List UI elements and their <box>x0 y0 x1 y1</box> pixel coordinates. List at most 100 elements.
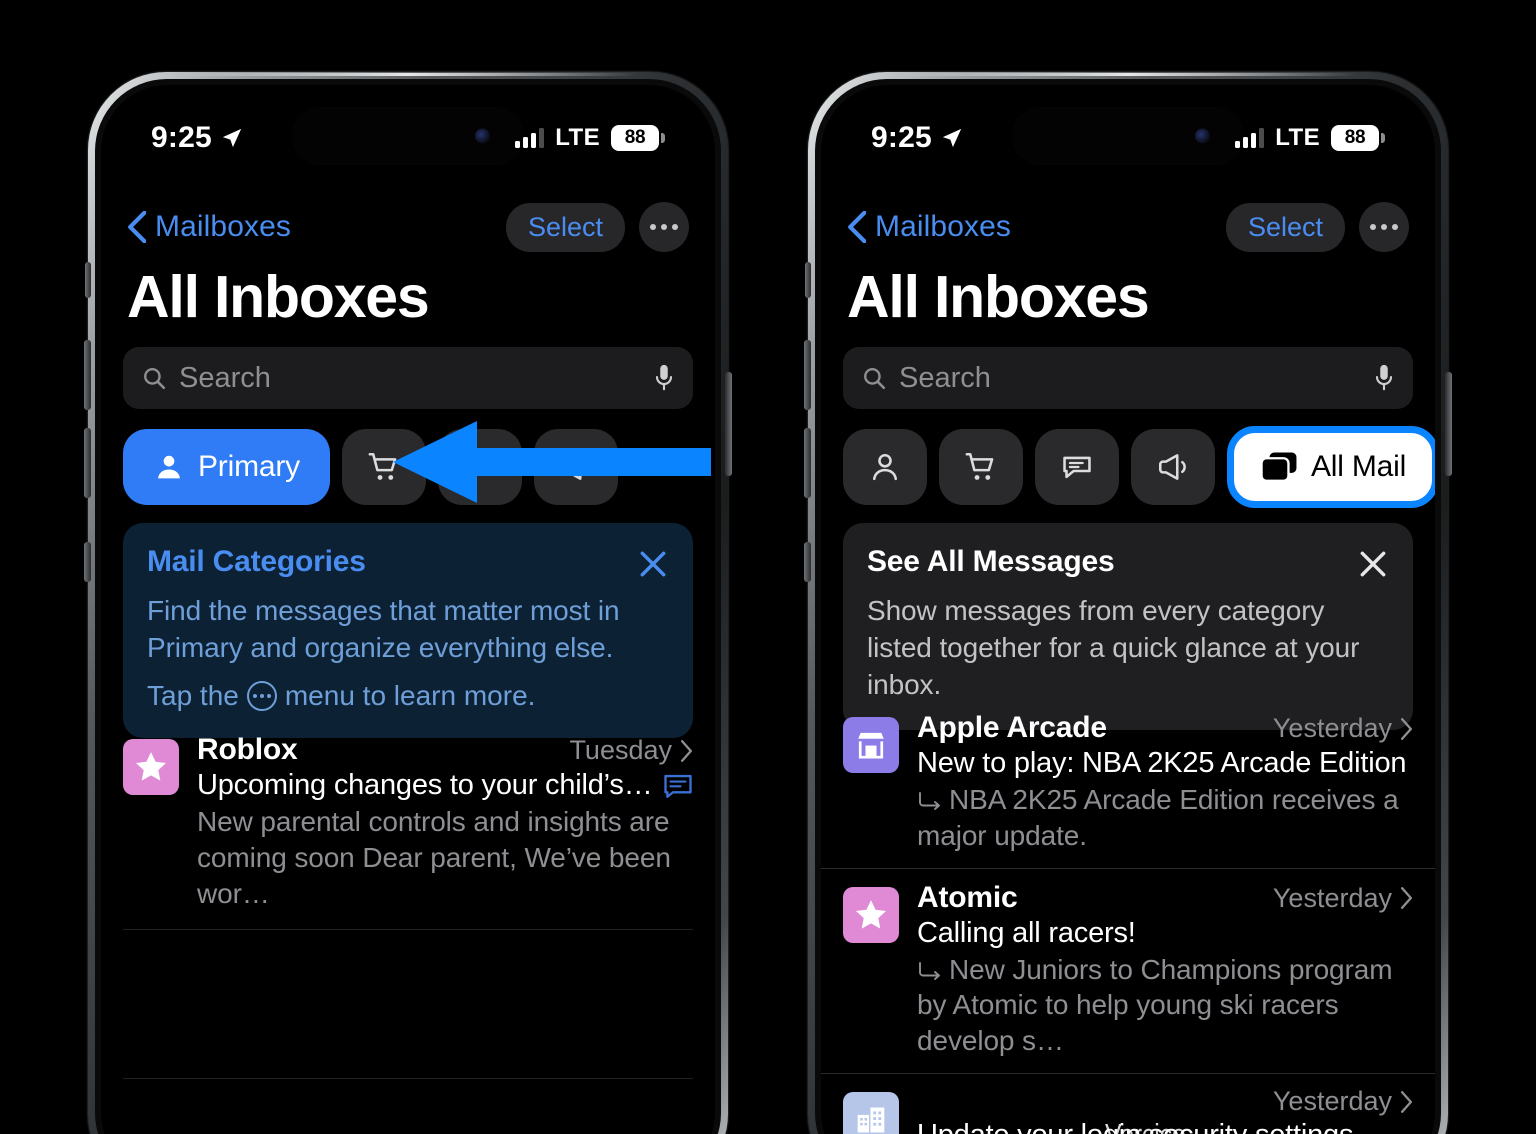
category-pill-all-mail[interactable]: All Mail <box>1227 426 1435 508</box>
message-subject: Calling all racers! <box>917 916 1136 949</box>
cart-icon <box>965 452 994 480</box>
nav-bar-right: Mailboxes Select <box>821 197 1435 257</box>
message-preview: NBA 2K25 Arcade Edition receives a major… <box>917 784 1399 851</box>
message-subject-row: Upcoming changes to your child’s Robl… <box>197 769 693 802</box>
message-subject-row: New to play: NBA 2K25 Arcade Edition <box>917 747 1413 780</box>
table-row[interactable]: Yesterday Update your login security set… <box>821 1073 1435 1134</box>
microphone-icon[interactable] <box>1373 363 1395 393</box>
message-meta: Yesterday <box>1273 713 1413 744</box>
message-sender-overlap: Vercice <box>1105 1119 1186 1134</box>
banner-body-secondary: Tap the menu to learn more. <box>147 680 669 712</box>
message-meta: Tuesday <box>569 735 693 766</box>
power-button[interactable] <box>725 372 732 476</box>
mail-stack-icon <box>1260 452 1297 482</box>
message-sender: Roblox <box>197 733 298 766</box>
back-label: Mailboxes <box>875 210 1011 243</box>
message-body: Atomic Yesterday Calling all racers! New… <box>917 881 1413 1059</box>
back-to-mailboxes-button[interactable]: Mailboxes <box>847 210 1011 244</box>
star-icon <box>135 752 167 781</box>
row-divider <box>123 1078 693 1079</box>
message-header: Roblox Tuesday <box>197 733 693 767</box>
chevron-right-icon <box>1400 1090 1413 1113</box>
nav-actions: Select <box>1225 202 1409 252</box>
silent-switch[interactable] <box>805 262 811 298</box>
message-body: Yesterday Update your login security set… <box>917 1086 1413 1134</box>
page-title: All Inboxes <box>847 264 1150 330</box>
table-row[interactable]: Apple Arcade Yesterday New to play: NBA … <box>821 699 1435 868</box>
volume-up-button[interactable] <box>804 340 811 410</box>
message-sender: Atomic <box>917 880 1018 914</box>
status-right: LTE 88 <box>515 124 665 152</box>
category-pill-primary[interactable]: Primary <box>123 429 330 505</box>
megaphone-icon <box>1158 454 1186 480</box>
more-options-button[interactable] <box>1359 202 1409 252</box>
volume-down-button[interactable] <box>84 428 91 498</box>
category-pill-updates[interactable] <box>1035 429 1119 505</box>
chevron-left-icon <box>128 211 146 243</box>
banner-title: See All Messages <box>867 545 1115 578</box>
volume-up-button[interactable] <box>84 340 91 410</box>
network-label: LTE <box>555 124 600 151</box>
message-body: Roblox Tuesday Upcoming changes to your … <box>197 733 693 911</box>
ellipsis-icon <box>1370 224 1376 230</box>
message-subject: Upcoming changes to your child’s Robl… <box>197 769 653 801</box>
status-time: 9:25 <box>871 121 932 154</box>
star-icon <box>855 899 887 929</box>
category-pill-transactions[interactable] <box>939 429 1023 505</box>
select-button[interactable]: Select <box>1225 202 1345 252</box>
search-field[interactable]: Search <box>843 347 1413 409</box>
message-subject-row: Update your login security settings. Ver… <box>917 1119 1413 1134</box>
person-icon <box>872 453 898 481</box>
search-placeholder: Search <box>179 361 271 394</box>
volume-down-button[interactable] <box>804 428 811 498</box>
close-icon[interactable] <box>1357 548 1389 580</box>
status-bar: 9:25 LTE 88 <box>101 115 715 161</box>
select-button[interactable]: Select <box>505 202 625 252</box>
category-pill-label: Primary <box>198 450 300 483</box>
ellipsis-icon <box>650 224 656 230</box>
status-right: LTE 88 <box>1235 124 1385 152</box>
message-date: Tuesday <box>569 735 672 765</box>
table-row[interactable]: Atomic Yesterday Calling all racers! New… <box>821 867 1435 1073</box>
message-date: Yesterday <box>1272 882 1392 913</box>
search-icon <box>864 368 886 390</box>
message-subject: New to play: NBA 2K25 Arcade Edition <box>917 747 1407 779</box>
message-preview: New Juniors to Champions program by Atom… <box>917 953 1393 1057</box>
message-date: Yesterday <box>1272 1086 1392 1117</box>
back-to-mailboxes-button[interactable]: Mailboxes <box>127 210 291 244</box>
camera-control-button[interactable] <box>804 542 811 582</box>
sender-avatar <box>843 886 899 943</box>
table-row[interactable]: Roblox Tuesday Upcoming changes to your … <box>101 721 715 925</box>
nav-actions: Select <box>505 202 689 252</box>
reply-arrow-icon <box>919 792 940 810</box>
power-button[interactable] <box>1445 372 1452 476</box>
banner-header: See All Messages <box>867 545 1389 580</box>
silent-switch[interactable] <box>85 262 91 298</box>
message-body: Apple Arcade Yesterday New to play: NBA … <box>917 711 1413 854</box>
search-field[interactable]: Search <box>123 347 693 409</box>
battery-level: 88 <box>611 125 659 151</box>
phone-right: 9:25 LTE 88 Mailboxes Select All Inboxes… <box>804 72 1452 1134</box>
battery-indicator: 88 <box>611 125 665 151</box>
more-options-button[interactable] <box>639 202 689 252</box>
message-subject-row: Calling all racers! <box>917 917 1413 950</box>
mail-categories-banner: Mail Categories Find the messages that m… <box>123 523 693 739</box>
message-preview: New parental controls and insights are c… <box>197 806 671 909</box>
back-label: Mailboxes <box>155 210 291 243</box>
camera-control-button[interactable] <box>84 542 91 582</box>
microphone-icon[interactable] <box>653 363 675 393</box>
message-subject-overlapped: Update your login security settings. Ver… <box>917 1119 1361 1134</box>
category-pill-primary[interactable] <box>843 429 927 505</box>
cellular-bars-icon <box>515 128 545 148</box>
sender-avatar <box>123 739 179 795</box>
chevron-left-icon <box>848 211 866 243</box>
message-date: Yesterday <box>1272 713 1392 743</box>
category-pill-label: All Mail <box>1311 450 1407 483</box>
reply-arrow-icon <box>919 961 940 980</box>
message-meta: Yesterday <box>1273 883 1413 914</box>
close-icon[interactable] <box>637 548 669 580</box>
message-header: Yesterday <box>917 1086 1413 1117</box>
page-title: All Inboxes <box>127 264 430 330</box>
category-pill-promotions[interactable] <box>1131 429 1215 505</box>
banner-body: Find the messages that matter most in Pr… <box>147 595 620 664</box>
